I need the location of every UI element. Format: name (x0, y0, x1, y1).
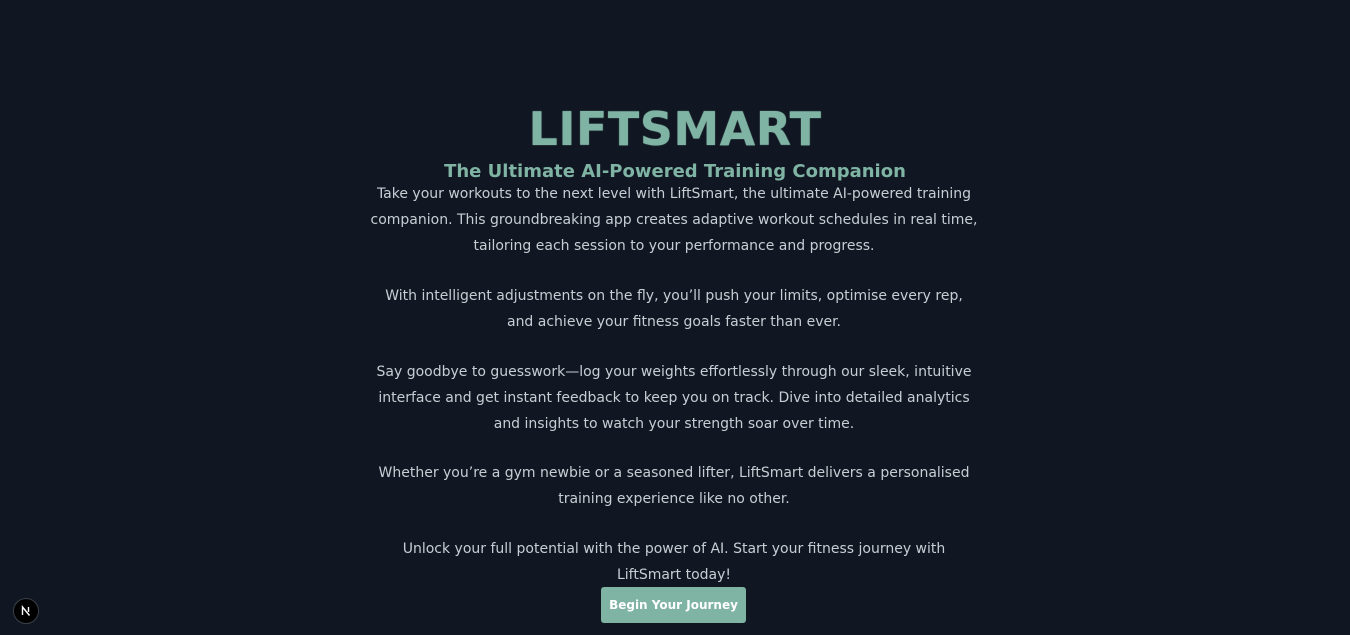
adjustments-paragraph: With intelligent adjustments on the fly,… (385, 288, 963, 330)
begin-journey-button[interactable]: Begin Your Journey (601, 587, 746, 623)
closing-paragraph: Unlock your full potential with the powe… (402, 541, 946, 583)
logging-paragraph: Say goodbye to guesswork—log your weight… (376, 364, 972, 432)
intro-paragraph: Take your workouts to the next level wit… (370, 186, 978, 254)
audience-paragraph: Whether you’re a gym newbie or a seasone… (378, 465, 970, 507)
nextjs-logo-icon (20, 605, 32, 617)
nextjs-dev-indicator-button[interactable] (13, 598, 39, 624)
app-logo-title: LIFTSMART (528, 101, 822, 156)
